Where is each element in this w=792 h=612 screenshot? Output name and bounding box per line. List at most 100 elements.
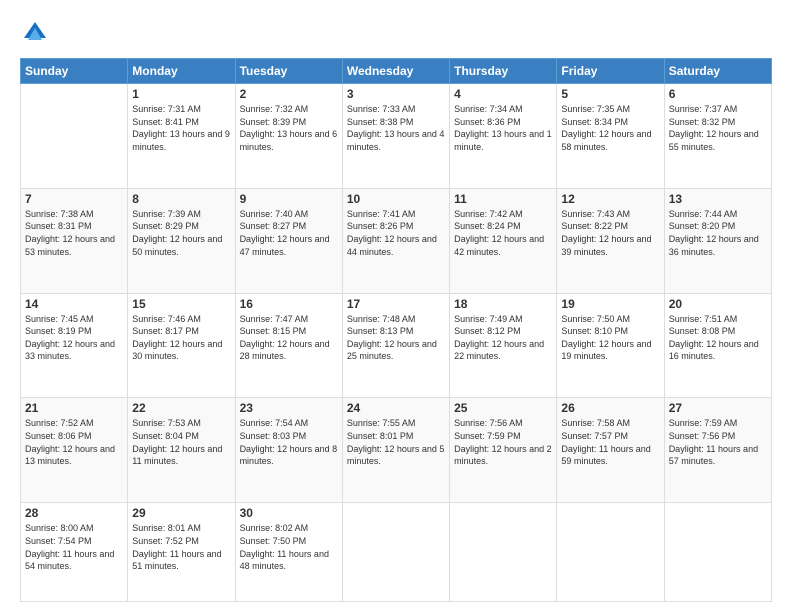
calendar-cell: 10 Sunrise: 7:41 AMSunset: 8:26 PMDayligh…	[342, 188, 449, 293]
weekday-header: Thursday	[450, 59, 557, 84]
calendar-cell: 12 Sunrise: 7:43 AMSunset: 8:22 PMDayligh…	[557, 188, 664, 293]
day-info: Sunrise: 7:44 AMSunset: 8:20 PMDaylight:…	[669, 208, 767, 258]
calendar-cell: 28 Sunrise: 8:00 AMSunset: 7:54 PMDayligh…	[21, 503, 128, 602]
calendar-cell: 18 Sunrise: 7:49 AMSunset: 8:12 PMDayligh…	[450, 293, 557, 398]
weekday-header: Tuesday	[235, 59, 342, 84]
calendar-cell: 15 Sunrise: 7:46 AMSunset: 8:17 PMDayligh…	[128, 293, 235, 398]
calendar-cell: 13 Sunrise: 7:44 AMSunset: 8:20 PMDayligh…	[664, 188, 771, 293]
day-number: 10	[347, 192, 445, 206]
day-number: 13	[669, 192, 767, 206]
day-number: 14	[25, 297, 123, 311]
calendar-cell: 9Sunrise: 7:40 AMSunset: 8:27 PMDaylight…	[235, 188, 342, 293]
calendar-cell: 11 Sunrise: 7:42 AMSunset: 8:24 PMDayligh…	[450, 188, 557, 293]
day-number: 15	[132, 297, 230, 311]
day-info: Sunrise: 7:43 AMSunset: 8:22 PMDaylight:…	[561, 208, 659, 258]
day-info: Sunrise: 7:55 AMSunset: 8:01 PMDaylight:…	[347, 417, 445, 467]
day-number: 3	[347, 87, 445, 101]
day-info: Sunrise: 7:32 AMSunset: 8:39 PMDaylight:…	[240, 103, 338, 153]
day-number: 20	[669, 297, 767, 311]
day-number: 4	[454, 87, 552, 101]
calendar-week-row: 1 Sunrise: 7:31 AMSunset: 8:41 PMDaylight…	[21, 84, 772, 189]
day-number: 30	[240, 506, 338, 520]
day-info: Sunrise: 7:41 AMSunset: 8:26 PMDaylight:…	[347, 208, 445, 258]
day-number: 28	[25, 506, 123, 520]
calendar-cell: 3 Sunrise: 7:33 AMSunset: 8:38 PMDaylight…	[342, 84, 449, 189]
calendar-cell: 21 Sunrise: 7:52 AMSunset: 8:06 PMDayligh…	[21, 398, 128, 503]
day-number: 26	[561, 401, 659, 415]
calendar-cell: 2 Sunrise: 7:32 AMSunset: 8:39 PMDaylight…	[235, 84, 342, 189]
calendar-cell: 20 Sunrise: 7:51 AMSunset: 8:08 PMDayligh…	[664, 293, 771, 398]
weekday-header: Sunday	[21, 59, 128, 84]
day-info: Sunrise: 7:37 AMSunset: 8:32 PMDaylight:…	[669, 103, 767, 153]
calendar-header: SundayMondayTuesdayWednesdayThursdayFrid…	[21, 59, 772, 84]
calendar-cell: 25 Sunrise: 7:56 AMSunset: 7:59 PMDayligh…	[450, 398, 557, 503]
calendar-cell	[664, 503, 771, 602]
day-info: Sunrise: 7:38 AMSunset: 8:31 PMDaylight:…	[25, 208, 123, 258]
calendar-body: 1 Sunrise: 7:31 AMSunset: 8:41 PMDaylight…	[21, 84, 772, 602]
day-number: 18	[454, 297, 552, 311]
day-number: 16	[240, 297, 338, 311]
day-info: Sunrise: 7:45 AMSunset: 8:19 PMDaylight:…	[25, 313, 123, 363]
day-number: 29	[132, 506, 230, 520]
day-info: Sunrise: 7:31 AMSunset: 8:41 PMDaylight:…	[132, 103, 230, 153]
day-number: 25	[454, 401, 552, 415]
calendar-cell: 1 Sunrise: 7:31 AMSunset: 8:41 PMDaylight…	[128, 84, 235, 189]
day-info: Sunrise: 7:33 AMSunset: 8:38 PMDaylight:…	[347, 103, 445, 153]
calendar-cell: 6 Sunrise: 7:37 AMSunset: 8:32 PMDaylight…	[664, 84, 771, 189]
calendar-week-row: 21 Sunrise: 7:52 AMSunset: 8:06 PMDayligh…	[21, 398, 772, 503]
calendar-cell: 8Sunrise: 7:39 AMSunset: 8:29 PMDaylight…	[128, 188, 235, 293]
weekday-header: Friday	[557, 59, 664, 84]
day-info: Sunrise: 8:02 AMSunset: 7:50 PMDaylight:…	[240, 522, 338, 572]
day-info: Sunrise: 7:48 AMSunset: 8:13 PMDaylight:…	[347, 313, 445, 363]
calendar-cell	[21, 84, 128, 189]
calendar-cell	[450, 503, 557, 602]
day-number: 1	[132, 87, 230, 101]
day-info: Sunrise: 7:56 AMSunset: 7:59 PMDaylight:…	[454, 417, 552, 467]
weekday-row: SundayMondayTuesdayWednesdayThursdayFrid…	[21, 59, 772, 84]
calendar: SundayMondayTuesdayWednesdayThursdayFrid…	[20, 58, 772, 602]
weekday-header: Saturday	[664, 59, 771, 84]
logo-icon	[20, 18, 50, 48]
calendar-cell: 5Sunrise: 7:35 AMSunset: 8:34 PMDaylight…	[557, 84, 664, 189]
day-number: 5	[561, 87, 659, 101]
day-number: 12	[561, 192, 659, 206]
day-number: 23	[240, 401, 338, 415]
calendar-cell: 26 Sunrise: 7:58 AMSunset: 7:57 PMDayligh…	[557, 398, 664, 503]
calendar-cell: 24Sunrise: 7:55 AMSunset: 8:01 PMDayligh…	[342, 398, 449, 503]
calendar-cell: 17 Sunrise: 7:48 AMSunset: 8:13 PMDayligh…	[342, 293, 449, 398]
day-info: Sunrise: 7:52 AMSunset: 8:06 PMDaylight:…	[25, 417, 123, 467]
calendar-cell: 7Sunrise: 7:38 AMSunset: 8:31 PMDaylight…	[21, 188, 128, 293]
day-info: Sunrise: 7:47 AMSunset: 8:15 PMDaylight:…	[240, 313, 338, 363]
day-number: 21	[25, 401, 123, 415]
weekday-header: Wednesday	[342, 59, 449, 84]
calendar-week-row: 28 Sunrise: 8:00 AMSunset: 7:54 PMDayligh…	[21, 503, 772, 602]
calendar-cell: 30 Sunrise: 8:02 AMSunset: 7:50 PMDayligh…	[235, 503, 342, 602]
day-number: 6	[669, 87, 767, 101]
calendar-cell: 27Sunrise: 7:59 AMSunset: 7:56 PMDayligh…	[664, 398, 771, 503]
calendar-week-row: 7Sunrise: 7:38 AMSunset: 8:31 PMDaylight…	[21, 188, 772, 293]
day-info: Sunrise: 7:54 AMSunset: 8:03 PMDaylight:…	[240, 417, 338, 467]
day-info: Sunrise: 7:49 AMSunset: 8:12 PMDaylight:…	[454, 313, 552, 363]
day-number: 2	[240, 87, 338, 101]
calendar-cell: 22Sunrise: 7:53 AMSunset: 8:04 PMDayligh…	[128, 398, 235, 503]
day-info: Sunrise: 7:53 AMSunset: 8:04 PMDaylight:…	[132, 417, 230, 467]
weekday-header: Monday	[128, 59, 235, 84]
day-number: 17	[347, 297, 445, 311]
calendar-week-row: 14 Sunrise: 7:45 AMSunset: 8:19 PMDayligh…	[21, 293, 772, 398]
day-info: Sunrise: 7:51 AMSunset: 8:08 PMDaylight:…	[669, 313, 767, 363]
day-info: Sunrise: 8:00 AMSunset: 7:54 PMDaylight:…	[25, 522, 123, 572]
day-number: 11	[454, 192, 552, 206]
day-info: Sunrise: 7:46 AMSunset: 8:17 PMDaylight:…	[132, 313, 230, 363]
day-number: 9	[240, 192, 338, 206]
day-info: Sunrise: 7:58 AMSunset: 7:57 PMDaylight:…	[561, 417, 659, 467]
day-number: 27	[669, 401, 767, 415]
calendar-cell	[557, 503, 664, 602]
day-info: Sunrise: 7:42 AMSunset: 8:24 PMDaylight:…	[454, 208, 552, 258]
day-number: 19	[561, 297, 659, 311]
day-info: Sunrise: 8:01 AMSunset: 7:52 PMDaylight:…	[132, 522, 230, 572]
calendar-cell: 16 Sunrise: 7:47 AMSunset: 8:15 PMDayligh…	[235, 293, 342, 398]
day-info: Sunrise: 7:34 AMSunset: 8:36 PMDaylight:…	[454, 103, 552, 153]
day-info: Sunrise: 7:50 AMSunset: 8:10 PMDaylight:…	[561, 313, 659, 363]
calendar-cell: 23 Sunrise: 7:54 AMSunset: 8:03 PMDayligh…	[235, 398, 342, 503]
calendar-cell: 14 Sunrise: 7:45 AMSunset: 8:19 PMDayligh…	[21, 293, 128, 398]
